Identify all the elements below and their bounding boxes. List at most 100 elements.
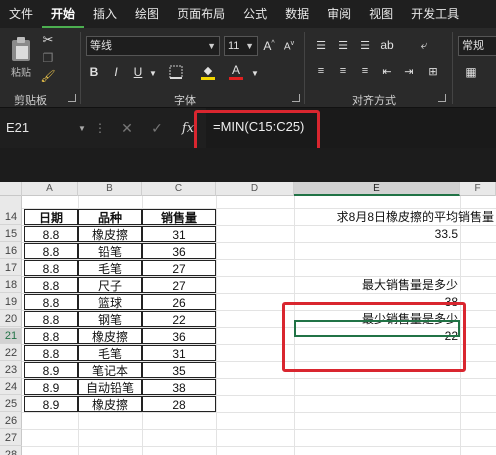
table-cell[interactable]: 28 [142, 396, 216, 412]
format-painter-button[interactable]: 🖌 [40, 68, 56, 84]
orientation-button[interactable]: ab [378, 36, 396, 54]
table-cell[interactable]: 27 [142, 260, 216, 276]
number-format-combo[interactable]: 常规 [458, 36, 496, 56]
font-launcher-icon[interactable] [292, 94, 300, 102]
column-header-c[interactable]: C [142, 182, 216, 196]
column-header-d[interactable]: D [216, 182, 294, 196]
table-cell[interactable]: 35 [142, 362, 216, 378]
column-header-e[interactable]: E [294, 182, 460, 196]
select-all-corner[interactable] [0, 182, 22, 196]
cancel-icon[interactable]: ✕ [118, 118, 136, 138]
table-cell[interactable]: 毛笔 [78, 345, 142, 361]
table-cell[interactable]: 8.8 [24, 226, 78, 242]
chevron-down-icon[interactable]: ▼ [148, 66, 158, 80]
chevron-down-icon[interactable]: ▼ [76, 122, 88, 134]
table-header-date[interactable]: 日期 [24, 209, 78, 225]
font-name-combo[interactable]: 等线 ▼ [86, 36, 220, 56]
row-header[interactable]: 26 [0, 413, 22, 429]
merge-center-button[interactable]: ⊞ [422, 62, 444, 80]
row-header[interactable]: 28 [0, 447, 22, 455]
tab-insert[interactable]: 插入 [84, 0, 126, 28]
table-cell[interactable]: 8.8 [24, 260, 78, 276]
table-cell[interactable]: 笔记本 [78, 362, 142, 378]
table-cell[interactable]: 橡皮擦 [78, 226, 142, 242]
table-cell[interactable]: 8.8 [24, 294, 78, 310]
table-cell[interactable]: 36 [142, 328, 216, 344]
decrease-indent-button[interactable]: ⇤ [378, 62, 396, 80]
font-color-button[interactable]: A [226, 62, 246, 82]
row-header[interactable]: 19 [0, 294, 22, 310]
align-bottom-button[interactable]: ☰ [356, 36, 374, 54]
column-header-f[interactable]: F [460, 182, 496, 196]
table-cell[interactable]: 26 [142, 294, 216, 310]
chevron-down-icon[interactable]: ▼ [250, 66, 260, 80]
table-cell[interactable]: 31 [142, 345, 216, 361]
row-header[interactable]: 20 [0, 311, 22, 327]
fill-color-button[interactable]: ◆ [198, 62, 218, 82]
row-header[interactable]: 24 [0, 379, 22, 395]
check-icon[interactable]: ✓ [148, 118, 166, 138]
tab-view[interactable]: 视图 [360, 0, 402, 28]
table-header-sales[interactable]: 销售量 [142, 209, 216, 225]
table-cell[interactable]: 38 [142, 379, 216, 395]
align-right-button[interactable]: ≡ [356, 62, 374, 80]
column-header-a[interactable]: A [22, 182, 78, 196]
question-average-sales[interactable]: 求8月8日橡皮擦的平均销售量 [294, 209, 494, 225]
row-header[interactable]: 14 [0, 209, 22, 225]
tab-data[interactable]: 数据 [276, 0, 318, 28]
row-header-selected[interactable]: 21 [0, 328, 22, 344]
align-middle-button[interactable]: ☰ [334, 36, 352, 54]
align-center-button[interactable]: ≡ [334, 62, 352, 80]
table-cell[interactable]: 自动铅笔 [78, 379, 142, 395]
tab-review[interactable]: 审阅 [318, 0, 360, 28]
table-cell[interactable]: 8.8 [24, 277, 78, 293]
table-cell[interactable]: 毛笔 [78, 260, 142, 276]
alignment-launcher-icon[interactable] [438, 94, 446, 102]
answer-average-sales[interactable]: 33.5 [294, 226, 458, 242]
table-cell[interactable]: 22 [142, 311, 216, 327]
copy-button[interactable]: ❐ [40, 50, 56, 66]
tab-formulas[interactable]: 公式 [234, 0, 276, 28]
row-header[interactable]: 17 [0, 260, 22, 276]
grow-font-button[interactable]: A^ [262, 36, 276, 56]
table-cell[interactable]: 31 [142, 226, 216, 242]
row-header[interactable]: 16 [0, 243, 22, 259]
paste-button[interactable]: 粘贴 [8, 34, 34, 80]
name-box[interactable]: E21 [2, 116, 86, 140]
increase-indent-button[interactable]: ⇥ [400, 62, 418, 80]
table-cell[interactable]: 8.9 [24, 396, 78, 412]
tab-page-layout[interactable]: 页面布局 [168, 0, 234, 28]
shrink-font-button[interactable]: Av [282, 36, 296, 56]
table-cell[interactable]: 27 [142, 277, 216, 293]
font-size-combo[interactable]: 11 ▼ [224, 36, 258, 56]
row-header[interactable]: 23 [0, 362, 22, 378]
table-cell[interactable]: 篮球 [78, 294, 142, 310]
tab-draw[interactable]: 绘图 [126, 0, 168, 28]
tab-developer[interactable]: 开发工具 [402, 0, 468, 28]
table-cell[interactable]: 橡皮擦 [78, 396, 142, 412]
table-cell[interactable]: 8.8 [24, 328, 78, 344]
table-cell[interactable]: 8.8 [24, 311, 78, 327]
table-cell[interactable]: 橡皮擦 [78, 328, 142, 344]
align-left-button[interactable]: ≡ [312, 62, 330, 80]
column-header-b[interactable]: B [78, 182, 142, 196]
bold-button[interactable]: B [86, 62, 102, 82]
question-max-sales[interactable]: 最大销售量是多少 [294, 277, 458, 293]
tab-file[interactable]: 文件 [0, 0, 42, 28]
wrap-text-button[interactable]: ⤶ [412, 36, 436, 54]
underline-button[interactable]: U [130, 62, 146, 82]
row-header[interactable]: 18 [0, 277, 22, 293]
table-cell[interactable]: 8.9 [24, 362, 78, 378]
table-cell[interactable]: 8.8 [24, 345, 78, 361]
table-cell[interactable]: 尺子 [78, 277, 142, 293]
row-header[interactable]: 27 [0, 430, 22, 446]
more-options-icon[interactable]: ⋮ [94, 120, 106, 136]
table-cell[interactable]: 铅笔 [78, 243, 142, 259]
row-header[interactable]: 15 [0, 226, 22, 242]
tab-home[interactable]: 开始 [42, 0, 85, 28]
accounting-format-button[interactable]: ▦ [460, 62, 482, 82]
borders-button[interactable] [166, 62, 186, 82]
table-cell[interactable]: 36 [142, 243, 216, 259]
table-cell[interactable]: 8.9 [24, 379, 78, 395]
align-top-button[interactable]: ☰ [312, 36, 330, 54]
